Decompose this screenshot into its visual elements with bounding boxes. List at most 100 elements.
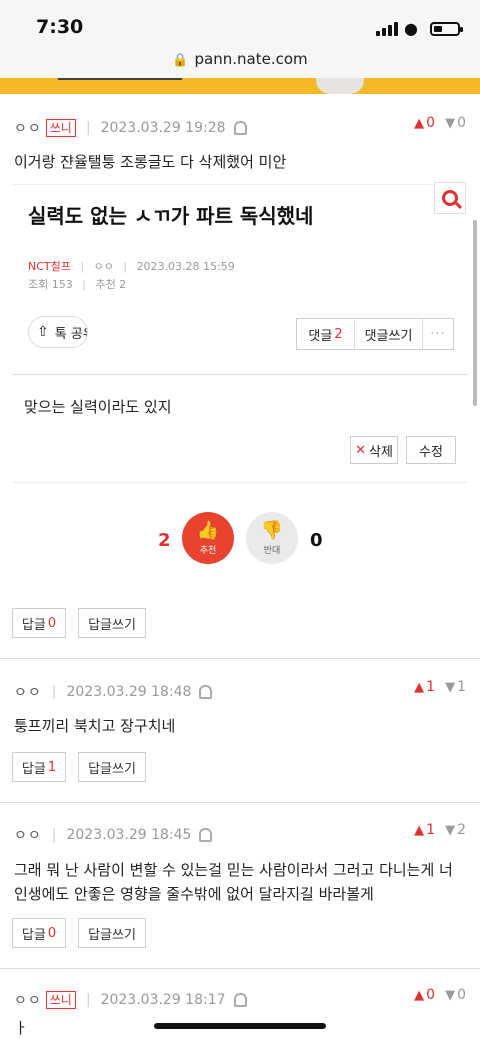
embed-divider [12,374,468,375]
down-count: 2 [457,822,466,838]
comment-user: ㅇㅇ [14,993,42,1009]
post-meta: NCT칠프 | ㅇㅇ | 2023.03.28 15:59 [28,258,235,274]
comment-meta: ㅇㅇ | 2023.03.29 18:45 [14,825,213,845]
delete-button[interactable]: ✕ 삭제 [350,436,398,464]
thumbs-down-icon[interactable]: ▼ [445,988,455,1003]
report-icon[interactable] [199,828,213,842]
post-views: 조회 153 [28,278,73,291]
comment-votes: ▲ 1 ▼ 1 [414,679,466,695]
wifi-icon: ● [404,19,418,38]
status-bar: 7:30 ● [0,0,480,44]
comment-meta: ㅇㅇ | 2023.03.29 18:48 [14,682,213,702]
signal-icon [376,22,398,36]
comment-votes: ▲ 0 ▼ 0 [414,115,466,131]
comment-meta: ㅇㅇ 쓰니 | 2023.03.29 19:28 [14,118,247,138]
comment-timestamp: 2023.03.29 18:48 [66,684,192,700]
recommend-button[interactable]: 👍 추천 [182,512,234,564]
reply-count: 0 [47,615,57,631]
oppose-button[interactable]: 👎 반대 [246,512,298,564]
reply-label: 답글 [21,927,46,943]
down-count: 0 [457,115,466,131]
separator: | [51,827,57,843]
report-icon[interactable] [199,685,213,699]
separator: | [123,260,128,273]
comment-user: ㅇㅇ [14,685,42,701]
recommend-label: 추천 [199,545,217,556]
recommend-count: 2 [158,530,171,551]
thumbs-down-icon[interactable]: ▼ [445,823,455,838]
home-indicator[interactable] [154,1023,326,1029]
writer-badge: 쓰니 [45,991,76,1009]
thumbs-up-icon[interactable]: ▲ [414,680,424,695]
post-recommends: 추천 2 [95,278,127,291]
oppose-count: 0 [310,530,323,551]
post-action-group: 댓글 2 댓글쓰기 ··· [296,318,454,350]
thumbs-up-icon[interactable]: ▲ [414,988,424,1003]
up-count: 1 [426,679,436,695]
post-stats: 조회 153 | 추천 2 [28,276,126,292]
url-bar[interactable]: 🔒 pann.nate.com [0,44,480,78]
comment-meta: ㅇㅇ 쓰니 | 2023.03.29 18:17 [14,990,247,1010]
post-title: 실력도 없는 ㅅㄲ가 파트 독식했네 [28,204,314,228]
thumbs-down-icon[interactable]: ▼ [445,116,455,131]
top-banner [0,78,480,94]
separator: | [82,278,86,291]
comment-text: 그래 뭐 난 사람이 변할 수 있는걸 믿는 사람이라서 그러고 다니는게 너 … [14,861,453,903]
reply-button[interactable]: 답글 0 [12,918,66,948]
write-comment-button[interactable]: 댓글쓰기 [355,319,423,349]
scrollbar[interactable] [473,220,477,406]
more-icon[interactable]: ··· [423,319,453,349]
comment-count: 2 [334,326,343,342]
search-button[interactable] [434,182,466,214]
up-count: 1 [426,822,436,838]
share-button[interactable]: ⇧ 톡 공유 [28,316,88,348]
thumbs-down-icon[interactable]: ▼ [445,680,455,695]
status-time: 7:30 [36,16,84,38]
comment-timestamp: 2023.03.29 19:28 [100,120,226,136]
delete-label: 삭제 [368,444,393,460]
reply-count: 0 [47,925,57,941]
search-icon [442,190,458,206]
down-count: 1 [457,679,466,695]
comment-text: 이거랑 쟌율탤퉁 조롱글도 다 삭제했어 미안 [14,153,287,171]
edit-button[interactable]: 수정 [406,436,456,464]
comment-votes: ▲ 1 ▼ 2 [414,822,466,838]
post-author[interactable]: NCT칠프 [28,260,71,273]
comment-divider [0,802,480,803]
banner-figure [316,78,364,94]
report-icon[interactable] [233,993,247,1007]
reply-button[interactable]: 답글 0 [12,608,66,638]
url-text: pann.nate.com [194,50,308,68]
lock-icon: 🔒 [172,53,189,68]
comment-user: ㅇㅇ [14,121,42,137]
close-icon: ✕ [355,442,366,458]
writer-badge: 쓰니 [45,119,76,137]
post-body: 맞으는 실력이라도 있지 [24,398,172,416]
comment-timestamp: 2023.03.29 18:45 [66,827,192,843]
share-label: 톡 공유 [54,326,87,342]
comment-user: ㅇㅇ [14,828,42,844]
embed-top-border [12,184,468,185]
reply-count: 1 [47,759,57,775]
up-count: 0 [426,115,436,131]
comment-divider [0,658,480,659]
report-icon[interactable] [233,121,247,135]
battery-icon [430,22,463,36]
thumbs-down-icon: 👎 [260,519,284,541]
post-timestamp: 2023.03.28 15:59 [136,260,235,273]
thumbs-up-icon: 👍 [196,519,220,541]
comment-votes: ▲ 0 ▼ 0 [414,987,466,1003]
reply-button[interactable]: 답글 1 [12,752,66,782]
reply-label: 답글 [21,761,46,777]
comment-button[interactable]: 댓글 2 [297,319,355,349]
share-icon: ⇧ [37,324,49,340]
write-reply-button[interactable]: 답글쓰기 [78,918,146,948]
reply-label: 답글 [21,617,46,633]
write-reply-button[interactable]: 답글쓰기 [78,752,146,782]
thumbs-up-icon[interactable]: ▲ [414,116,424,131]
write-reply-button[interactable]: 답글쓰기 [78,608,146,638]
thumbs-up-icon[interactable]: ▲ [414,823,424,838]
separator: | [80,260,85,273]
oppose-label: 반대 [263,545,281,556]
embed-bottom-divider [12,482,468,483]
